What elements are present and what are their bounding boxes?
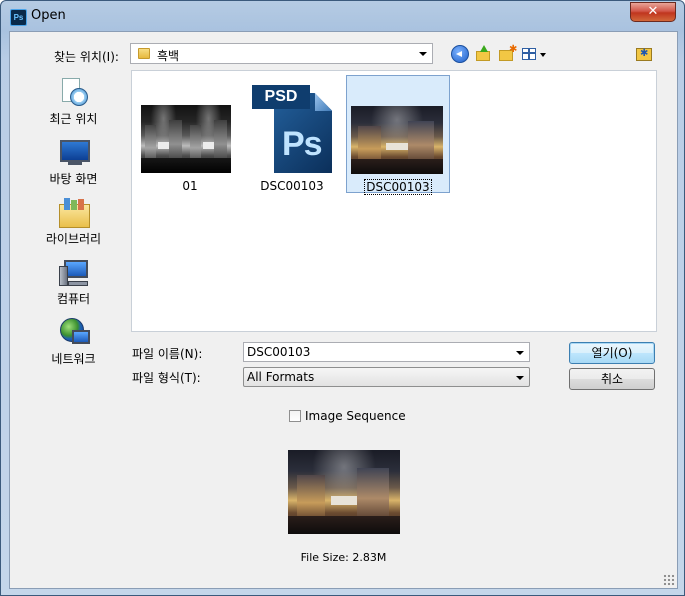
file-name: 01 [182, 179, 198, 193]
look-in-value: 흑백 [157, 49, 180, 63]
file-thumbnail [141, 105, 186, 173]
psd-banner-text: PSD [252, 85, 310, 109]
window-title: Open [31, 8, 66, 23]
back-icon[interactable] [451, 45, 469, 63]
file-thumbnail [351, 106, 443, 174]
place-libraries[interactable]: 라이브러리 [21, 190, 126, 248]
bookmark-folder-icon[interactable]: ✱ [636, 48, 652, 61]
place-desktop[interactable]: 바탕 화면 [21, 130, 126, 188]
place-label: 바탕 화면 [49, 172, 98, 186]
place-computer[interactable]: 컴퓨터 [21, 250, 126, 308]
file-list[interactable]: 01 PSD Ps DSC00103 DSC00103 [131, 70, 657, 332]
file-name: DSC00103 [260, 179, 324, 193]
places-bar: 최근 위치 바탕 화면 라이브러리 컴퓨터 네트워크 [21, 70, 126, 388]
place-label: 컴퓨터 [56, 292, 91, 306]
look-in-label: 찾는 위치(I): [54, 50, 119, 64]
filetype-label: 파일 형식(T): [132, 371, 201, 385]
file-size-text: File Size: 2.83M [300, 551, 387, 564]
file-item-01[interactable]: 01 [138, 75, 242, 193]
title-bar[interactable]: Ps Open ✕ [1, 1, 684, 31]
file-item-dsc00103-image[interactable]: DSC00103 [346, 75, 450, 195]
network-icon [58, 318, 90, 348]
desktop-icon [58, 138, 90, 168]
chevron-down-icon[interactable] [516, 351, 524, 355]
filetype-value: All Formats [247, 370, 315, 384]
place-label: 라이브러리 [45, 232, 102, 246]
place-network[interactable]: 네트워크 [21, 310, 126, 368]
folder-icon [138, 48, 150, 59]
ps-logo-text: Ps [282, 125, 323, 163]
filetype-select[interactable]: All Formats [243, 367, 530, 387]
open-button[interactable]: 열기(O) [569, 342, 655, 364]
dialog-client-area: 찾는 위치(I): 흑백 ✱ ✱ 최근 위치 바탕 화면 라이브러리 컴퓨터 네… [9, 31, 678, 589]
up-folder-icon[interactable] [474, 45, 492, 63]
recent-places-icon [58, 78, 90, 108]
place-label: 네트워크 [51, 352, 96, 366]
file-name: DSC00103 [364, 179, 432, 195]
look-in-combobox[interactable]: 흑백 [130, 43, 433, 64]
image-sequence-label[interactable]: Image Sequence [305, 409, 406, 423]
image-sequence-checkbox[interactable] [289, 410, 301, 422]
resize-grip-icon[interactable] [663, 574, 675, 586]
photoshop-app-icon: Ps [10, 9, 27, 26]
psd-file-icon: PSD Ps [252, 83, 338, 173]
close-button[interactable]: ✕ [630, 2, 676, 22]
file-item-dsc00103-psd[interactable]: PSD Ps DSC00103 [240, 75, 344, 193]
chevron-down-icon[interactable] [516, 376, 524, 380]
place-recent[interactable]: 최근 위치 [21, 70, 126, 128]
preview-image [288, 450, 400, 534]
new-folder-icon[interactable]: ✱ [498, 45, 517, 63]
place-label: 최근 위치 [49, 112, 98, 126]
filename-value: DSC00103 [247, 345, 311, 359]
views-menu-icon[interactable] [521, 45, 549, 63]
library-icon [58, 198, 90, 228]
open-dialog-window: Ps Open ✕ 찾는 위치(I): 흑백 ✱ ✱ 최근 위치 바탕 화면 라… [0, 0, 685, 596]
filename-label: 파일 이름(N): [132, 347, 203, 361]
computer-icon [58, 258, 90, 288]
filename-input[interactable]: DSC00103 [243, 342, 530, 362]
chevron-down-icon[interactable] [419, 52, 427, 56]
file-thumbnail [186, 105, 231, 173]
cancel-button[interactable]: 취소 [569, 368, 655, 390]
